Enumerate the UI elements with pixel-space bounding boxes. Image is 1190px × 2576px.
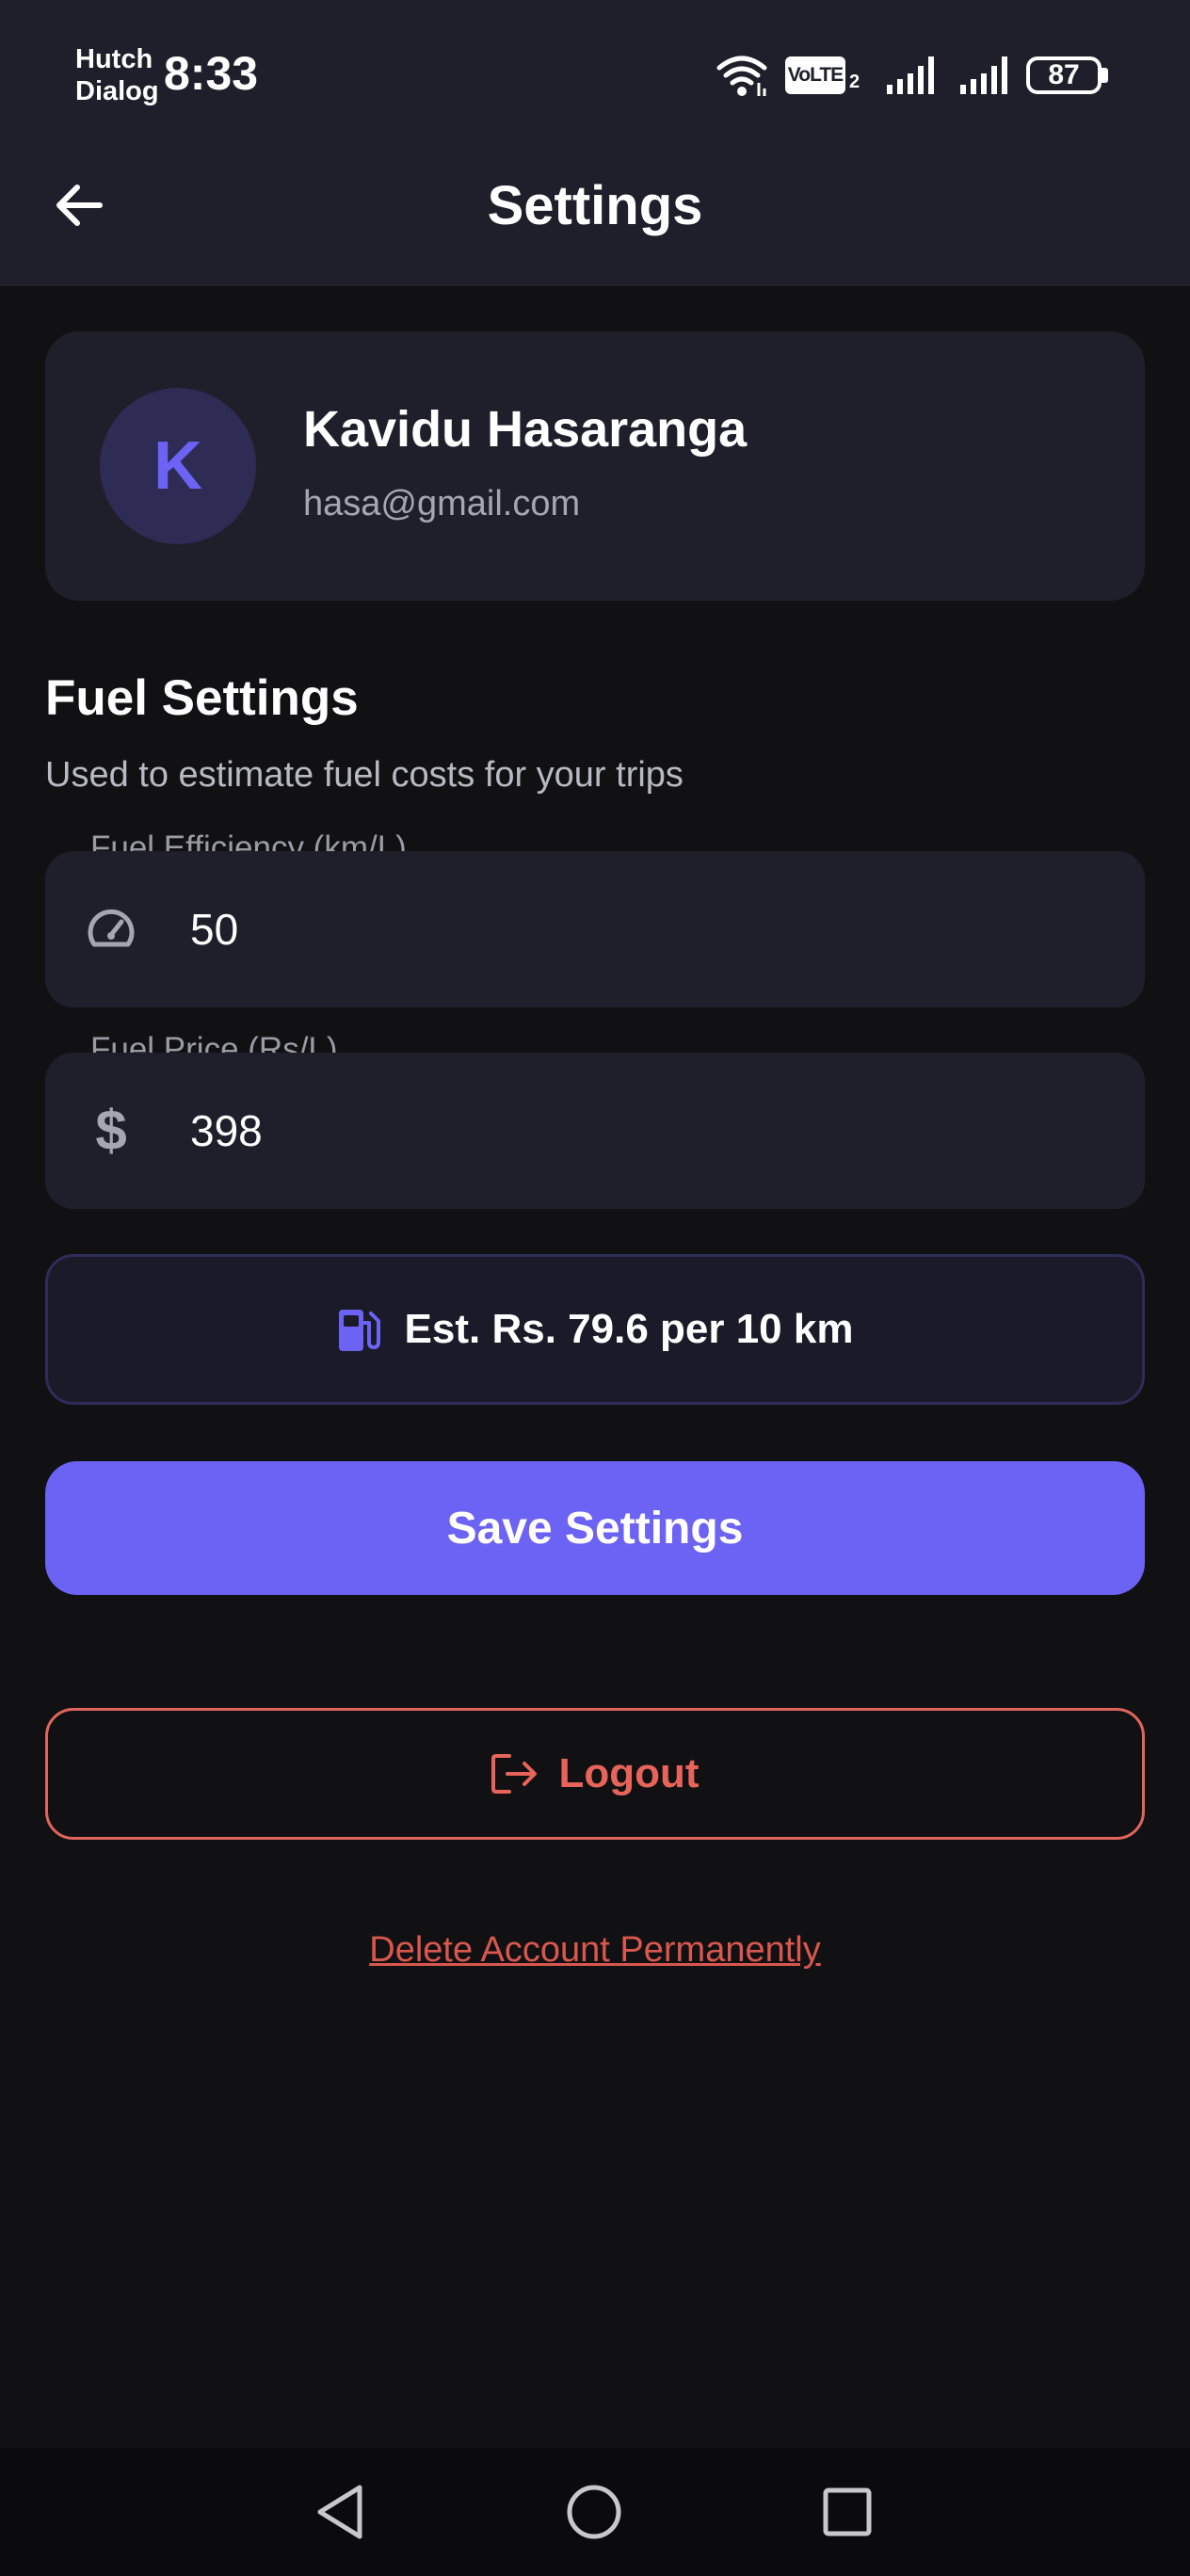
- top-bar: Hutch Dialog 8:33 VoLTE 2 87 Settings: [0, 0, 1190, 286]
- dollar-glyph: $: [95, 1099, 127, 1162]
- back-triangle-icon: [317, 2485, 362, 2539]
- battery-tip: [1102, 68, 1108, 83]
- fuel-efficiency-field[interactable]: [45, 851, 1145, 1007]
- profile-card: K Kavidu Hasaranga hasa@gmail.com: [45, 331, 1145, 601]
- logout-label: Logout: [558, 1750, 700, 1796]
- status-time: 8:33: [164, 47, 259, 100]
- logout-icon: [491, 1754, 538, 1794]
- fuel-settings-title: Fuel Settings: [45, 670, 359, 726]
- fuel-price-input[interactable]: [190, 1098, 1094, 1164]
- volte-badge: VoLTE: [785, 56, 845, 94]
- fuel-price-field[interactable]: $: [45, 1053, 1145, 1209]
- status-icons: VoLTE 2 87: [716, 49, 1111, 98]
- logout-button[interactable]: Logout: [45, 1708, 1145, 1840]
- avatar: K: [100, 388, 256, 544]
- fuel-efficiency-input[interactable]: [190, 896, 1094, 962]
- save-settings-button[interactable]: Save Settings: [45, 1461, 1145, 1595]
- nav-home-button[interactable]: [560, 2478, 628, 2546]
- carrier-line-1: Hutch: [75, 44, 153, 74]
- fuel-settings-subtitle: Used to estimate fuel costs for your tri…: [45, 755, 683, 795]
- fuel-cost-estimate: Est. Rs. 79.6 per 10 km: [45, 1254, 1145, 1405]
- fuel-pump-icon: [338, 1310, 380, 1351]
- wifi-icon: [716, 56, 767, 96]
- recents-square-icon: [823, 2487, 872, 2536]
- signal-icon: [960, 56, 1007, 94]
- nav-back-button[interactable]: [307, 2478, 375, 2546]
- delete-account-link[interactable]: Delete Account Permanently: [0, 1928, 1190, 1972]
- profile-email: hasa@gmail.com: [303, 484, 581, 523]
- estimate-text: Est. Rs. 79.6 per 10 km: [404, 1306, 854, 1352]
- carrier-label: Hutch Dialog: [75, 43, 159, 107]
- dollar-icon: $: [83, 1103, 139, 1159]
- volte-sim-number: 2: [849, 72, 860, 92]
- carrier-line-2: Dialog: [75, 76, 159, 106]
- home-circle-icon: [567, 2485, 621, 2539]
- speedometer-icon: [83, 901, 139, 958]
- nav-recents-button[interactable]: [813, 2478, 881, 2546]
- settings-screen: Hutch Dialog 8:33 VoLTE 2 87 Settings K …: [0, 0, 1190, 2576]
- signal-icon: [887, 56, 934, 94]
- page-title: Settings: [487, 175, 703, 236]
- battery-icon: 87: [1026, 56, 1102, 94]
- profile-name: Kavidu Hasaranga: [303, 401, 748, 458]
- system-nav-bar: [0, 2448, 1190, 2576]
